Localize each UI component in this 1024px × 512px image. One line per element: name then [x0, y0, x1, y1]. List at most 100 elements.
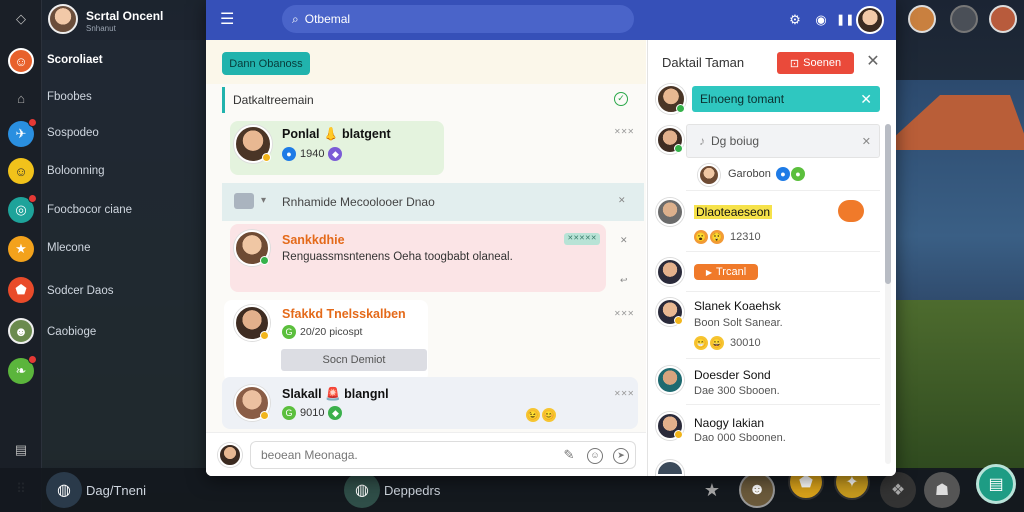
leaf-icon: G [282, 325, 296, 339]
diamond-menu-icon[interactable]: ◇ [8, 6, 34, 32]
message-action-button[interactable]: Socn Demiot [281, 349, 427, 371]
bottom-menu-icon[interactable]: ▤ [976, 464, 1016, 504]
pause-icon[interactable]: ❚❚ [836, 11, 854, 29]
panel-entry-1-highlight: Dlaoteaeseon [694, 205, 773, 219]
chat-header-button[interactable]: Dann Obanoss [222, 52, 310, 75]
leaf-badge-icon: G [282, 406, 296, 420]
folder-icon [234, 193, 254, 209]
bottom-globe-icon[interactable]: ◍ [46, 472, 82, 508]
sidebar-item-1[interactable]: Fboobes [47, 91, 92, 103]
panel-dropdown-label: Dg boiug [711, 134, 760, 148]
bottom-wing-icon[interactable]: ❖ [880, 472, 916, 508]
star-icon[interactable]: ★ [8, 236, 34, 262]
bottom-tab-icon[interactable]: ◍ [344, 472, 380, 508]
compose-bar: beoean Meonaga. ✎ ☺ ➤ [206, 432, 646, 476]
leaf-icon[interactable]: ❧ [8, 355, 37, 384]
profile-icon[interactable]: ☻ [8, 318, 34, 344]
bottom-star-icon[interactable]: ★ [694, 472, 730, 508]
user-avatar[interactable] [48, 4, 78, 34]
scrollbar-thumb[interactable] [885, 124, 891, 284]
search-input[interactable]: ⌕ Otbemal [282, 5, 634, 33]
panel-teal-bar[interactable]: Elnoeng tomant ✕ [692, 86, 880, 112]
chat-filter-label: Datkaltreemain [233, 93, 314, 107]
document-icon[interactable]: ▤ [8, 437, 34, 463]
bell-icon: ♪ [699, 134, 705, 148]
avatar-icon[interactable]: ☺ [8, 48, 34, 74]
sidebar-item-0[interactable]: Scoroliaet [47, 54, 103, 66]
message-name-3: Sfakkd Tnelsskalben [282, 307, 406, 321]
compass-icon[interactable]: ◎ [8, 194, 37, 223]
message-tag-2: ✕✕✕✕✕ [564, 233, 600, 245]
panel-entry-2-tag[interactable]: ▶ Trcanl [694, 264, 758, 280]
smile-icon[interactable]: ☺ [8, 158, 34, 184]
panel-scrollbar[interactable] [885, 124, 891, 464]
emoji-icon[interactable]: ☺ [587, 448, 603, 464]
panel-red-button-label: Soenen [803, 57, 842, 69]
panel-entry-1-badge[interactable] [838, 200, 864, 222]
window-topbar: ☰ ⌕ Otbemal ⚙ ◉ ❚❚ [206, 0, 896, 40]
message-avatar-3[interactable] [234, 305, 270, 341]
message-avatar-4[interactable] [234, 385, 270, 421]
home-icon[interactable]: ⌂ [8, 85, 34, 111]
message-bubble-4[interactable] [222, 377, 638, 429]
panel-avatar-1[interactable] [656, 84, 686, 114]
panel-entry-avatar-4[interactable] [656, 366, 684, 394]
emoji-smile-icon: 😊 [542, 408, 556, 422]
bottom-mid-label[interactable]: Deppedrs [384, 470, 440, 510]
reply-icon[interactable]: ↩ [620, 275, 628, 286]
message-input-placeholder: beoean Meonaga. [261, 448, 358, 462]
group-label: Garobon [728, 168, 771, 180]
panel-entry-avatar-1[interactable] [656, 198, 684, 226]
message-input[interactable]: beoean Meonaga. ✎ ☺ ➤ [250, 441, 636, 469]
hud-avatar-2[interactable] [989, 5, 1017, 33]
panel-entry-5-name: Naogy Iakian [694, 416, 765, 430]
menu-icon[interactable]: ☰ [220, 10, 240, 30]
panel-entry-avatar-5[interactable] [656, 412, 684, 440]
message-avatar-1[interactable] [234, 125, 272, 163]
section-collapse-icon[interactable]: ✕ [618, 195, 626, 206]
settings-icon[interactable]: ⚙ [786, 11, 804, 29]
sidebar-item-4[interactable]: Foocbocor ciane [47, 204, 132, 216]
chevron-down-icon[interactable]: ▾ [261, 195, 266, 206]
bottom-avatar-icon[interactable]: ☻ [739, 472, 775, 508]
message-count-1: 1940 [300, 148, 325, 160]
send-icon[interactable]: ➤ [613, 448, 629, 464]
shield-icon[interactable]: ⬟ [8, 277, 34, 303]
chevron-down-icon[interactable]: ✕ [862, 135, 871, 148]
panel-red-button[interactable]: ⊡ Soenen [777, 52, 854, 74]
section-title: Rnhamide Mecoolooer Dnao [282, 195, 435, 209]
sidebar-item-3[interactable]: Boloonning [47, 165, 105, 177]
hud-avatar-1[interactable] [908, 5, 936, 33]
expand-icon[interactable]: ✕ [620, 235, 628, 246]
messenger-window: ☰ ⌕ Otbemal ⚙ ◉ ❚❚ Dann Obanoss Datkaltr… [206, 0, 896, 476]
panel-entry-avatar-2[interactable] [656, 258, 684, 286]
panel-entry-avatar-6[interactable] [656, 460, 684, 476]
emoji-3-icon: 😁 [694, 336, 708, 350]
sidebar-item-5[interactable]: Mlecone [47, 242, 90, 254]
attach-icon[interactable]: ✎ [561, 448, 577, 464]
message-avatar-2[interactable] [234, 230, 270, 266]
panel-entry-avatar-3[interactable] [656, 298, 684, 326]
panel-teal-label: Elnoeng tomant [700, 92, 785, 106]
panel-dropdown[interactable]: ♪ Dg boiug ✕ [686, 124, 880, 158]
teal-close-icon[interactable]: ✕ [860, 91, 872, 108]
message-time-4: ✕✕✕ [614, 389, 635, 398]
sidebar-item-6[interactable]: Sodcer Daos [47, 285, 113, 297]
hud-badge-icon[interactable] [950, 5, 978, 33]
bottom-helmet-icon[interactable]: ☗ [924, 472, 960, 508]
panel-avatar-2[interactable] [656, 126, 684, 154]
notifications-icon[interactable]: ◉ [812, 11, 830, 29]
close-icon[interactable]: ✕ [864, 53, 882, 71]
message-sub-3: 20/20 picospt [300, 326, 363, 338]
message-text-2: Renguassmsntenens Oeha toogbabt olaneal. [282, 251, 513, 263]
topbar-avatar[interactable] [856, 6, 884, 34]
divider [686, 358, 880, 359]
message-meta-1: ● 1940 ◆ [282, 147, 343, 161]
rocket-icon[interactable]: ✈ [8, 118, 37, 147]
sidebar-item-7[interactable]: Caobioge [47, 326, 96, 338]
user-name: Scrtal Oncenl [86, 9, 164, 23]
bottom-left-label[interactable]: Dag/Tneni [86, 470, 146, 510]
sidebar-item-2[interactable]: Sospodeo [47, 127, 99, 139]
chat-filter-bar[interactable]: Datkaltreemain ✓ [222, 87, 638, 113]
check-icon[interactable]: ✓ [614, 92, 628, 106]
